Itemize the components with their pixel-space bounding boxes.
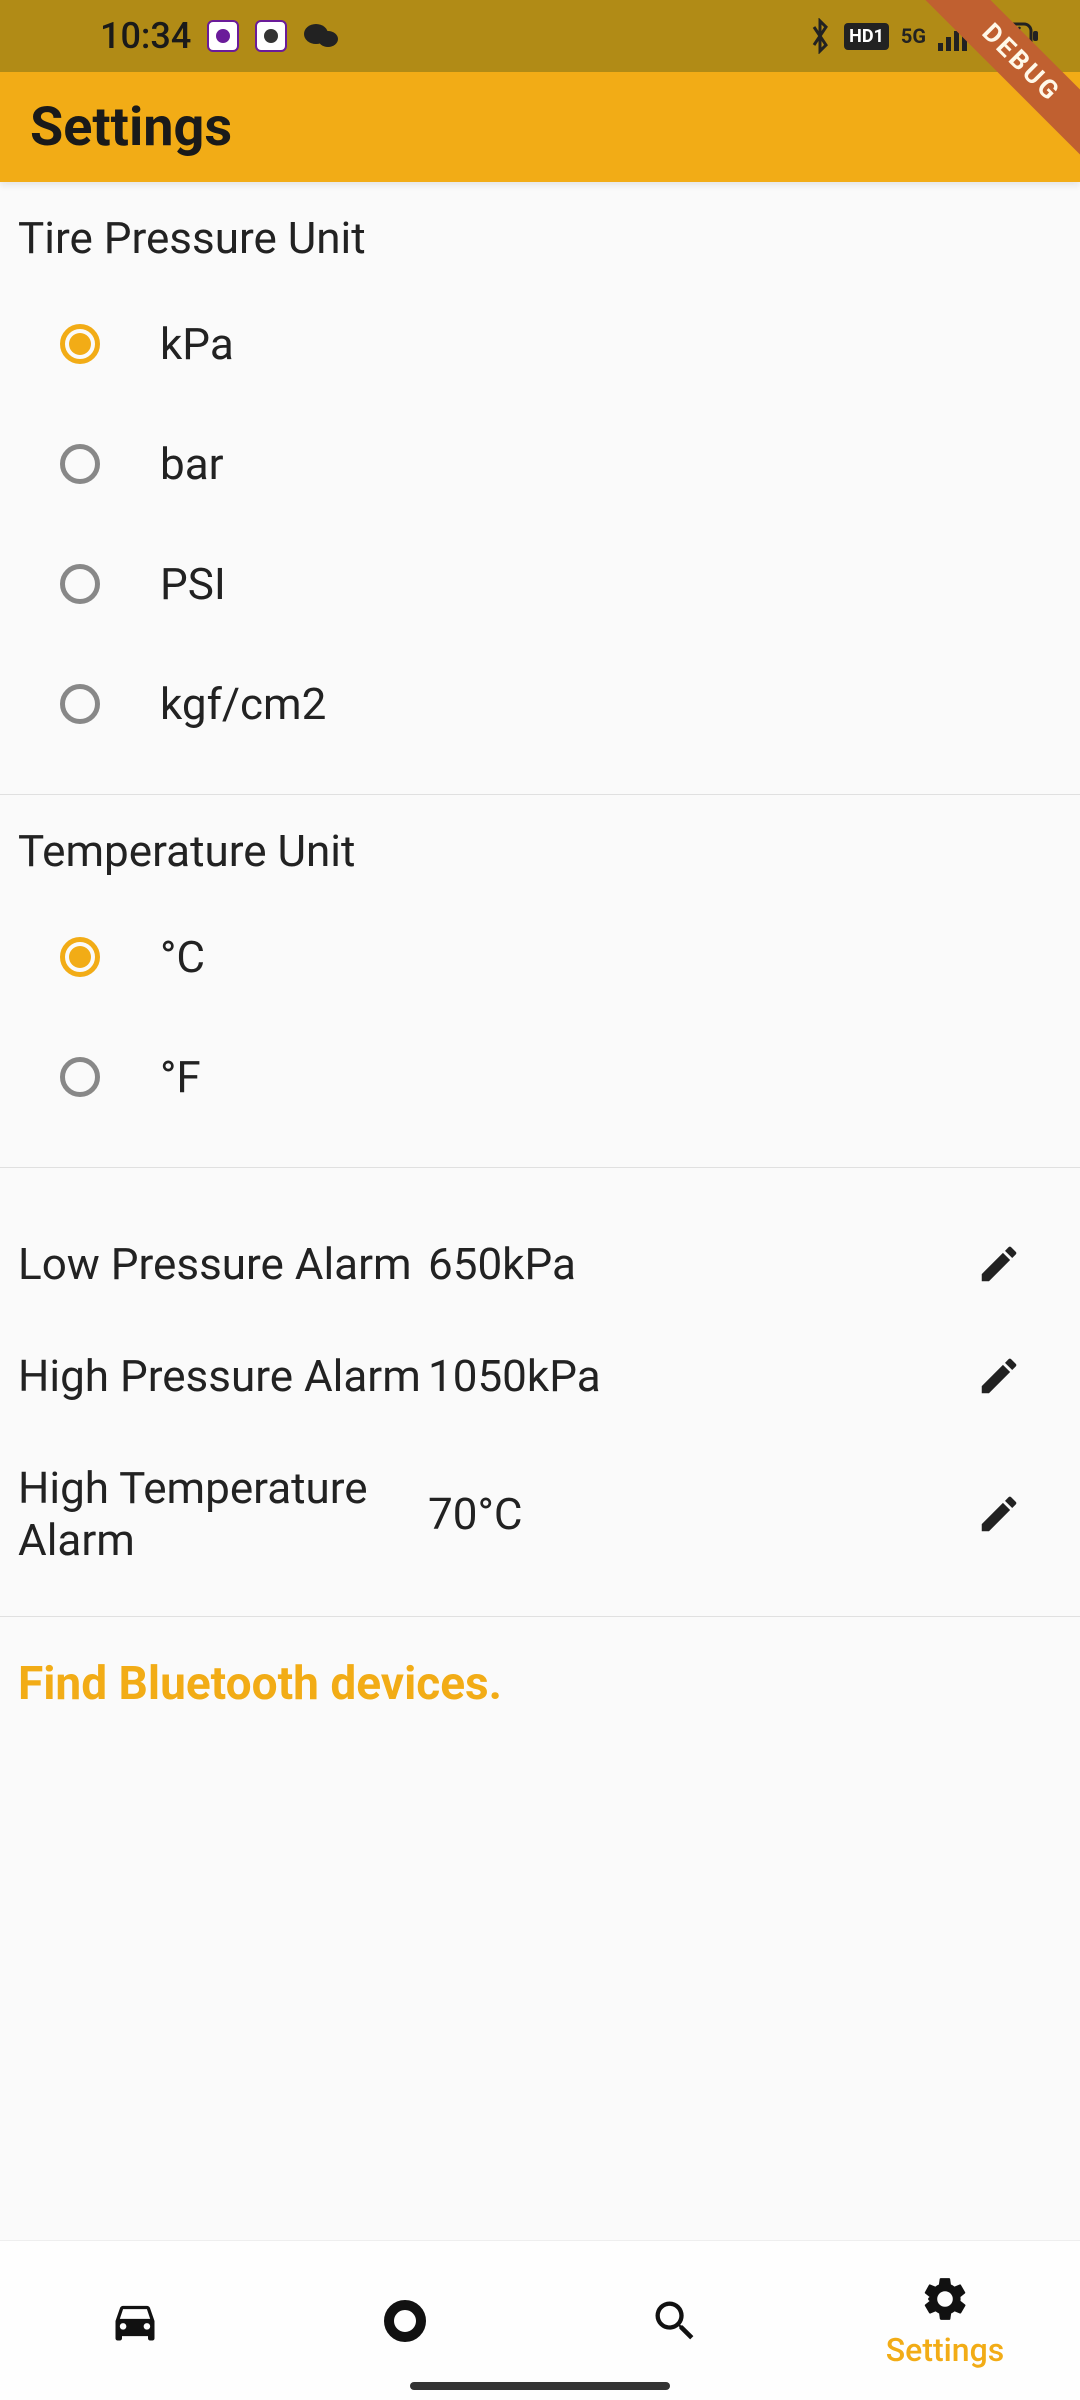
- gear-icon: [919, 2273, 971, 2325]
- alarm-high-pressure: High Pressure Alarm 1050kPa: [0, 1320, 1080, 1432]
- radio-label: °C: [160, 931, 205, 983]
- radio-icon: [60, 1057, 100, 1097]
- pencil-icon: [976, 1353, 1022, 1399]
- radio-label: PSI: [160, 558, 226, 610]
- edit-high-temperature-button[interactable]: [974, 1489, 1024, 1539]
- radio-celsius[interactable]: °C: [0, 897, 1080, 1017]
- radio-label: bar: [160, 438, 224, 490]
- nav-ring[interactable]: [270, 2241, 540, 2400]
- app-bar: Settings: [0, 72, 1080, 182]
- radio-kgfcm2[interactable]: kgf/cm2: [0, 644, 1080, 764]
- app-icon-2: [255, 20, 287, 52]
- circle-icon: [379, 2295, 431, 2347]
- bottom-nav: Settings: [0, 2240, 1080, 2400]
- alarm-label: High Pressure Alarm: [18, 1350, 428, 1402]
- radio-icon: [60, 324, 100, 364]
- status-right: HD1 5G: [808, 18, 1040, 54]
- radio-icon: [60, 444, 100, 484]
- pencil-icon: [976, 1241, 1022, 1287]
- radio-icon: [60, 564, 100, 604]
- section-temperature-unit: Temperature Unit °C °F: [0, 795, 1080, 1168]
- bluetooth-icon: [808, 18, 832, 54]
- radio-bar[interactable]: bar: [0, 404, 1080, 524]
- section-alarms: Low Pressure Alarm 650kPa High Pressure …: [0, 1168, 1080, 1617]
- alarm-low-pressure: Low Pressure Alarm 650kPa: [0, 1208, 1080, 1320]
- section-pressure-unit: Tire Pressure Unit kPa bar PSI kgf/cm2: [0, 182, 1080, 795]
- nav-car[interactable]: [0, 2241, 270, 2400]
- section-bluetooth: Find Bluetooth devices.: [0, 1617, 1080, 1711]
- status-time: 10:34: [100, 15, 191, 57]
- content: Tire Pressure Unit kPa bar PSI kgf/cm2 T…: [0, 182, 1080, 1711]
- page-title: Settings: [30, 96, 232, 159]
- network-5g: 5G: [901, 24, 926, 48]
- alarm-value: 70°C: [428, 1488, 974, 1540]
- nav-settings-label: Settings: [886, 2331, 1004, 2369]
- radio-icon: [60, 684, 100, 724]
- radio-label: kPa: [160, 318, 234, 370]
- status-left: 10:34: [100, 15, 339, 57]
- alarm-label: High Temperature Alarm: [18, 1462, 428, 1566]
- edit-high-pressure-button[interactable]: [974, 1351, 1024, 1401]
- nav-search[interactable]: [540, 2241, 810, 2400]
- pencil-icon: [976, 1491, 1022, 1537]
- signal-icon: [938, 21, 968, 51]
- temperature-unit-title: Temperature Unit: [0, 795, 1080, 897]
- alarm-high-temperature: High Temperature Alarm 70°C: [0, 1432, 1080, 1596]
- radio-kpa[interactable]: kPa: [0, 284, 1080, 404]
- alarm-label: Low Pressure Alarm: [18, 1238, 428, 1290]
- alarm-value: 650kPa: [428, 1238, 974, 1290]
- home-indicator[interactable]: [410, 2382, 670, 2390]
- find-bluetooth-link[interactable]: Find Bluetooth devices.: [18, 1657, 1062, 1711]
- alarm-value: 1050kPa: [428, 1350, 974, 1402]
- edit-low-pressure-button[interactable]: [974, 1239, 1024, 1289]
- wechat-icon: [303, 21, 339, 51]
- radio-psi[interactable]: PSI: [0, 524, 1080, 644]
- battery-icon: [980, 21, 1040, 51]
- nav-settings[interactable]: Settings: [810, 2241, 1080, 2400]
- radio-fahrenheit[interactable]: °F: [0, 1017, 1080, 1137]
- radio-label: °F: [160, 1051, 201, 1103]
- radio-label: kgf/cm2: [160, 678, 326, 730]
- radio-icon: [60, 937, 100, 977]
- hd-badge: HD1: [844, 23, 889, 50]
- pressure-unit-title: Tire Pressure Unit: [0, 182, 1080, 284]
- status-bar: 10:34 HD1 5G DEBUG: [0, 0, 1080, 72]
- search-icon: [649, 2295, 701, 2347]
- app-icon-1: [207, 20, 239, 52]
- car-icon: [109, 2295, 161, 2347]
